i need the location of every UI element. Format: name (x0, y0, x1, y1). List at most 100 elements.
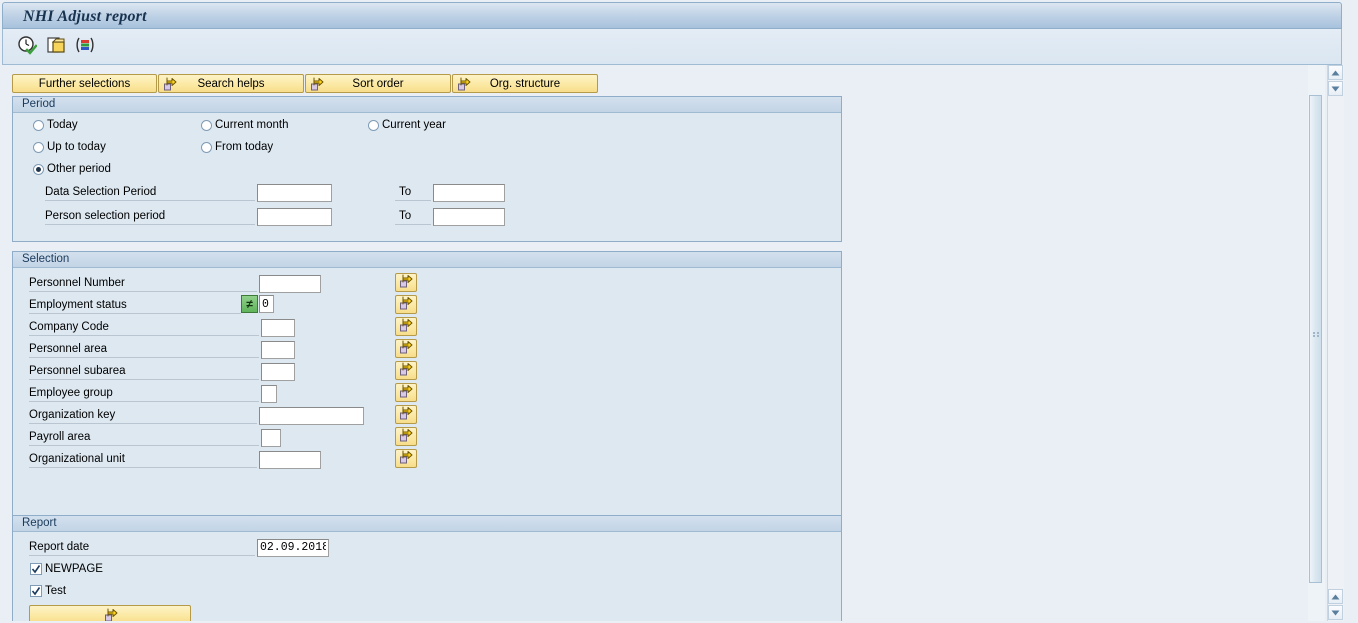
report-panel-body: Report date NEWPAGE (13, 532, 841, 621)
data-selection-period-to-input[interactable] (433, 183, 505, 202)
report-date-input[interactable] (257, 538, 329, 557)
further-selections-button[interactable]: Further selections (12, 74, 157, 93)
scroll-up-button-bottom[interactable] (1328, 589, 1343, 604)
selection-panel-body: Personnel Number Employment status ≠ 0 C… (13, 268, 841, 546)
payroll-area-input[interactable] (261, 428, 281, 447)
employee-group-row: Employee group (29, 384, 277, 403)
personnel-number-multi-select-button[interactable] (395, 273, 417, 292)
search-helps-label: Search helps (197, 77, 265, 90)
employment-status-input[interactable] (259, 295, 274, 313)
period-panel-body: Today Current month Current year Up to t… (13, 113, 841, 241)
organizational-unit-label: Organizational unit (29, 451, 257, 468)
arrow-right-icon (399, 362, 413, 379)
sort-order-label: Sort order (352, 77, 404, 90)
arrow-right-icon (399, 384, 413, 401)
sort-order-button[interactable]: Sort order (305, 74, 451, 93)
radio-up-to-today-label: Up to today (47, 141, 106, 153)
report-date-row: Report date (29, 538, 329, 557)
organization-key-label: Organization key (29, 407, 257, 424)
arrow-right-icon (399, 450, 413, 467)
arrow-right-icon (163, 77, 177, 91)
selection-screen-content: Further selections Search helps Sort ord… (2, 65, 1327, 621)
personnel-number-input[interactable] (259, 274, 321, 293)
company-code-input[interactable] (261, 318, 295, 337)
data-selection-period-to-label: To (395, 184, 431, 201)
radio-today-label: Today (47, 119, 78, 131)
inner-vertical-scrollbar[interactable] (1308, 65, 1325, 621)
radio-current-year[interactable]: Current year (368, 119, 446, 131)
employment-status-operator-button[interactable]: ≠ (241, 295, 258, 313)
employee-group-input[interactable] (261, 384, 277, 403)
checkbox-newpage-indicator (30, 563, 42, 575)
personnel-subarea-input[interactable] (261, 362, 295, 381)
organization-key-multi-select-button[interactable] (395, 405, 417, 424)
arrow-right-icon (399, 296, 413, 313)
outer-vertical-scrollbar[interactable] (1327, 65, 1344, 621)
person-selection-period-to-label: To (395, 208, 431, 225)
radio-other-period-label: Other period (47, 163, 111, 175)
radio-from-today[interactable]: From today (201, 141, 273, 153)
selection-panel: Selection Personnel Number Employment st… (12, 251, 842, 547)
execute-clock-icon[interactable] (17, 35, 38, 55)
personnel-number-label: Personnel Number (29, 275, 257, 292)
chevron-up-icon (1331, 70, 1340, 75)
personnel-area-multi-select-button[interactable] (395, 339, 417, 358)
chevron-down-icon (1331, 610, 1340, 615)
scroll-up-button-top[interactable] (1328, 65, 1343, 80)
person-selection-period-to-input[interactable] (433, 207, 505, 226)
arrow-right-icon (457, 77, 471, 91)
organization-key-input[interactable] (259, 406, 364, 425)
personnel-subarea-row: Personnel subarea (29, 362, 295, 381)
radio-current-year-label: Current year (382, 119, 446, 131)
organizational-unit-input[interactable] (259, 450, 321, 469)
employee-group-multi-select-button[interactable] (395, 383, 417, 402)
radio-current-month-label: Current month (215, 119, 289, 131)
employment-status-multi-select-button[interactable] (395, 295, 417, 314)
report-date-label: Report date (29, 539, 255, 556)
employment-status-row: Employment status (29, 296, 241, 315)
data-selection-period-row: Data Selection Period To (45, 183, 505, 202)
org-structure-button[interactable]: Org. structure (452, 74, 598, 93)
inner-scrollbar-thumb[interactable] (1309, 95, 1322, 583)
radio-current-month[interactable]: Current month (201, 119, 289, 131)
window-title-bar: NHI Adjust report (2, 2, 1342, 29)
scroll-down-button-bottom[interactable] (1328, 605, 1343, 620)
personnel-number-row: Personnel Number (29, 274, 321, 293)
personnel-area-row: Personnel area (29, 340, 295, 359)
radio-up-to-today-indicator (33, 141, 44, 153)
report-expand-button[interactable] (29, 605, 191, 621)
personnel-area-input[interactable] (261, 340, 295, 359)
org-structure-label: Org. structure (489, 77, 561, 90)
scroll-down-button-top[interactable] (1328, 81, 1343, 96)
arrow-right-icon (399, 318, 413, 335)
radio-today[interactable]: Today (33, 119, 78, 131)
personnel-subarea-multi-select-button[interactable] (395, 361, 417, 380)
sap-selection-screen: NHI Adjust report Further selections Sea… (0, 0, 1358, 623)
person-selection-period-row: Person selection period To (45, 207, 505, 226)
scrollbar-grip-icon (1313, 328, 1320, 337)
color-bars-icon[interactable] (75, 35, 95, 55)
radio-current-year-indicator (368, 119, 379, 131)
organizational-unit-multi-select-button[interactable] (395, 449, 417, 468)
employee-group-label: Employee group (29, 385, 259, 402)
report-panel: Report Report date NEWPAGE (12, 515, 842, 621)
application-toolbar: © www.tutorialkart.com (2, 29, 1342, 90)
person-selection-period-from-input[interactable] (257, 207, 332, 226)
checkbox-newpage[interactable]: NEWPAGE (30, 563, 103, 575)
radio-today-indicator (33, 119, 44, 131)
checkbox-newpage-label: NEWPAGE (45, 563, 103, 575)
payroll-area-row: Payroll area (29, 428, 281, 447)
radio-other-period[interactable]: Other period (33, 163, 111, 175)
data-selection-period-from-input[interactable] (257, 183, 332, 202)
company-code-multi-select-button[interactable] (395, 317, 417, 336)
radio-from-today-indicator (201, 141, 212, 153)
search-helps-button[interactable]: Search helps (158, 74, 304, 93)
checkbox-test-indicator (30, 585, 42, 597)
chevron-down-icon (1331, 86, 1340, 91)
payroll-area-multi-select-button[interactable] (395, 427, 417, 446)
radio-up-to-today[interactable]: Up to today (33, 141, 106, 153)
copy-document-icon[interactable] (46, 35, 66, 55)
further-selections-label: Further selections (38, 77, 131, 90)
checkbox-test[interactable]: Test (30, 585, 66, 597)
arrow-right-icon (310, 77, 324, 91)
